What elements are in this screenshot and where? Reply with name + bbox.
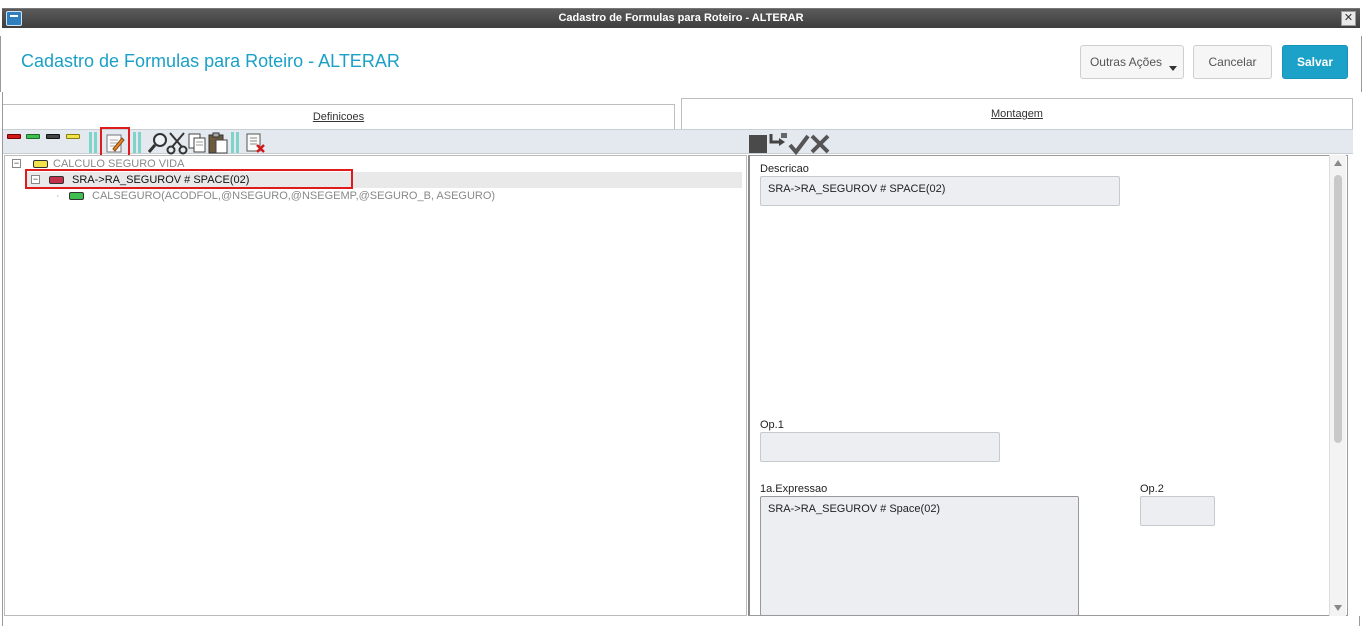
outras-acoes-button[interactable]: Outras Ações [1080,45,1184,79]
tree-connector: · [56,190,60,202]
vertical-scrollbar[interactable] [1329,155,1346,616]
close-icon[interactable]: ✕ [1341,11,1356,26]
square-icon[interactable] [748,134,768,157]
chevron-down-icon [1169,66,1177,71]
tab-montagem[interactable]: Montagem [681,98,1353,129]
outras-acoes-label: Outras Ações [1089,55,1163,69]
op2-label: Op.2 [1140,483,1164,495]
op2-field[interactable] [1140,496,1215,526]
green-node-icon [69,192,84,200]
window-title: Cadastro de Formulas para Roteiro - ALTE… [558,12,804,24]
descricao-label: Descricao [760,163,809,175]
save-button[interactable]: Salvar [1282,45,1348,79]
collapse-icon[interactable]: − [12,159,21,168]
op1-label: Op.1 [760,419,784,431]
selection-highlight [25,169,353,189]
expressao-textarea[interactable]: SRA->RA_SEGUROV # Space(02) [760,496,1079,616]
expressao-label: 1a.Expressao [760,483,828,495]
scroll-up-icon[interactable] [1334,160,1342,166]
titlebar-strip: Cadastro de Formulas para Roteiro - ALTE… [2,8,1360,28]
cancel-button[interactable]: Cancelar [1193,45,1272,79]
tab-montagem-label: Montagem [991,108,1043,120]
swap-icon[interactable] [769,132,789,155]
scroll-down-icon[interactable] [1334,605,1342,611]
page-title: Cadastro de Formulas para Roteiro - ALTE… [21,51,400,71]
window-titlebar: Cadastro de Formulas para Roteiro - ALTE… [0,0,1362,36]
tree-node-leaf[interactable]: · CALSEGURO(ACODFOL,@NSEGURO,@NSEGEMP,@S… [55,188,745,204]
op1-field[interactable] [760,432,1000,462]
formula-tree: − CALCULO SEGURO VIDA − SRA->RA_SEGUROV … [4,155,747,616]
yellow-node-icon [33,160,48,168]
tree-node-label: CALSEGURO(ACODFOL,@NSEGURO,@NSEGEMP,@SEG… [92,190,496,202]
scroll-thumb[interactable] [1334,175,1342,443]
window-bottom-edge [2,616,1360,626]
page-header: Cadastro de Formulas para Roteiro - ALTE… [0,36,1362,92]
descricao-field[interactable]: SRA->RA_SEGUROV # SPACE(02) [760,176,1120,206]
